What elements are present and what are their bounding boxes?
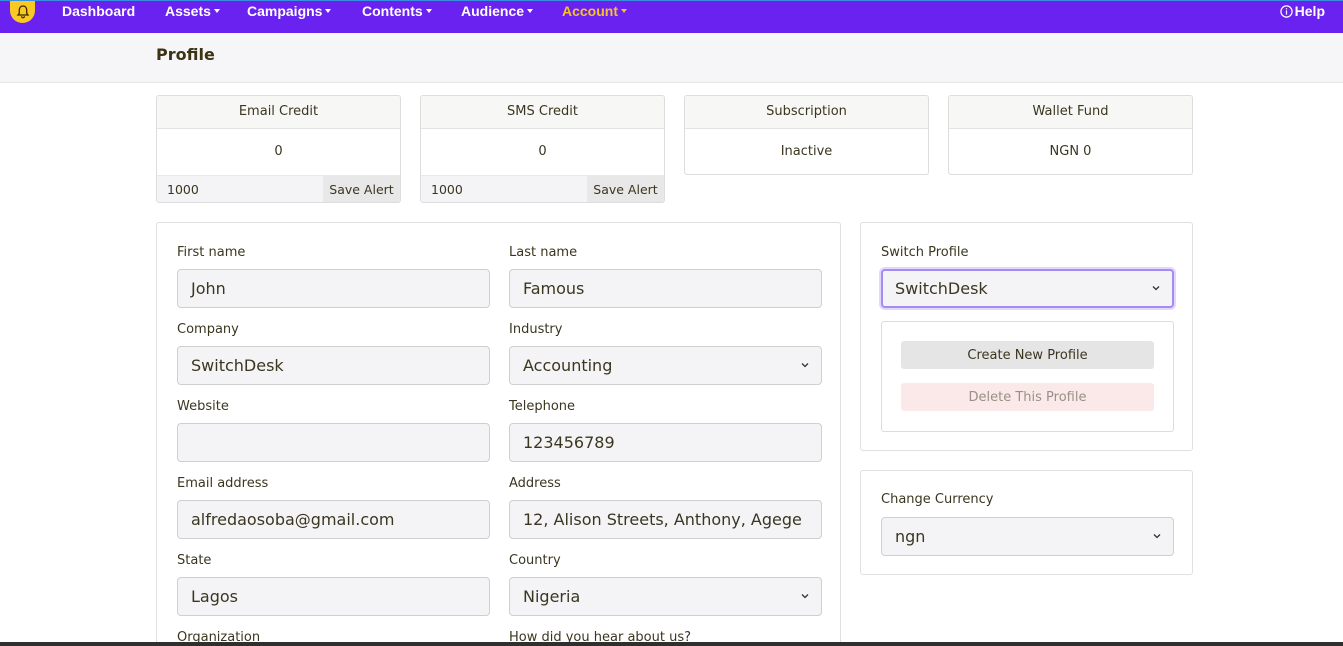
switch-profile-value: SwitchDesk [895, 279, 988, 298]
nav-audience-label: Audience [461, 3, 525, 19]
email-label: Email address [177, 476, 269, 491]
email-alert-row: Save Alert [157, 175, 400, 202]
nav-campaigns-label: Campaigns [247, 3, 323, 19]
nav-account-label: Account [562, 3, 618, 19]
website-label: Website [177, 399, 229, 414]
subscription-value: Inactive [780, 144, 833, 159]
chevron-down-icon [801, 363, 809, 368]
top-navbar: Dashboard Assets Campaigns Contents Audi… [0, 0, 1343, 33]
sms-alert-input[interactable] [421, 176, 587, 202]
email-credit-card: Email Credit 0 Save Alert [156, 95, 401, 203]
state-field[interactable]: Lagos [177, 577, 490, 616]
page-title: Profile [156, 45, 215, 64]
email-alert-input[interactable] [157, 176, 323, 202]
telephone-label: Telephone [509, 399, 576, 414]
caret-down-icon [325, 9, 332, 13]
email-credit-title: Email Credit [157, 96, 400, 129]
info-icon [1279, 4, 1293, 18]
company-label: Company [177, 322, 239, 337]
nav-assets-label: Assets [165, 3, 211, 19]
last-name-label: Last name [509, 245, 578, 260]
industry-select[interactable]: Accounting [509, 346, 822, 385]
wallet-fund-value: NGN 0 [1049, 144, 1092, 159]
caret-down-icon [213, 9, 220, 13]
nav-audience[interactable]: Audience [461, 3, 534, 19]
profile-form-panel: First name John Last name Famous Company… [156, 222, 841, 646]
email-credit-value: 0 [274, 144, 283, 159]
nav-dashboard-label: Dashboard [62, 3, 136, 19]
email-field[interactable]: alfredaosoba@gmail.com [177, 500, 490, 539]
chevron-down-icon [1152, 286, 1160, 291]
country-select-value: Nigeria [523, 587, 581, 606]
email-save-alert-button[interactable]: Save Alert [323, 176, 400, 202]
first-name-field[interactable]: John [177, 269, 490, 308]
delete-profile-button[interactable]: Delete This Profile [901, 383, 1154, 411]
first-name-label: First name [177, 245, 246, 260]
nav-dashboard[interactable]: Dashboard [62, 3, 135, 19]
sms-credit-card: SMS Credit 0 Save Alert [420, 95, 665, 203]
address-field[interactable]: 12, Alison Streets, Anthony, Agege [509, 500, 822, 539]
company-field[interactable]: SwitchDesk [177, 346, 490, 385]
chevron-down-icon [801, 594, 809, 599]
caret-down-icon [527, 9, 534, 13]
caret-down-icon [425, 9, 432, 13]
subscription-title: Subscription [685, 96, 928, 129]
nav-campaigns[interactable]: Campaigns [247, 3, 332, 19]
change-currency-panel: Change Currency ngn [860, 470, 1193, 575]
change-currency-label: Change Currency [881, 492, 994, 507]
subscription-card: Subscription Inactive [684, 95, 929, 175]
sms-save-alert-button[interactable]: Save Alert [587, 176, 664, 202]
nav-contents-label: Contents [362, 3, 423, 19]
page-header: Profile [0, 33, 1343, 83]
address-label: Address [509, 476, 561, 491]
switch-profile-label: Switch Profile [881, 245, 969, 260]
bottom-scrollbar[interactable] [0, 642, 1343, 646]
website-field[interactable] [177, 423, 490, 462]
industry-label: Industry [509, 322, 563, 337]
bell-icon [16, 5, 29, 19]
nav-assets[interactable]: Assets [165, 3, 220, 19]
sms-credit-title: SMS Credit [421, 96, 664, 129]
switch-profile-select[interactable]: SwitchDesk [881, 269, 1174, 308]
profile-actions-box: Create New Profile Delete This Profile [881, 321, 1174, 432]
wallet-fund-card: Wallet Fund NGN 0 [948, 95, 1193, 175]
help-label: Help [1294, 3, 1325, 19]
sms-alert-row: Save Alert [421, 175, 664, 202]
brand-logo[interactable] [10, 1, 35, 23]
nav-account[interactable]: Account [562, 3, 627, 19]
create-new-profile-button[interactable]: Create New Profile [901, 341, 1154, 369]
chevron-down-icon [1153, 534, 1161, 539]
last-name-field[interactable]: Famous [509, 269, 822, 308]
nav-contents[interactable]: Contents [362, 3, 432, 19]
wallet-fund-title: Wallet Fund [949, 96, 1192, 129]
currency-select[interactable]: ngn [881, 517, 1174, 556]
help-link[interactable]: Help [1279, 3, 1325, 19]
switch-profile-panel: Switch Profile SwitchDesk Create New Pro… [860, 222, 1193, 451]
telephone-field[interactable]: 123456789 [509, 423, 822, 462]
country-label: Country [509, 553, 561, 568]
sms-credit-value: 0 [538, 144, 547, 159]
country-select[interactable]: Nigeria [509, 577, 822, 616]
currency-select-value: ngn [895, 527, 926, 546]
state-label: State [177, 553, 212, 568]
caret-down-icon [621, 9, 627, 13]
industry-select-value: Accounting [523, 356, 613, 375]
